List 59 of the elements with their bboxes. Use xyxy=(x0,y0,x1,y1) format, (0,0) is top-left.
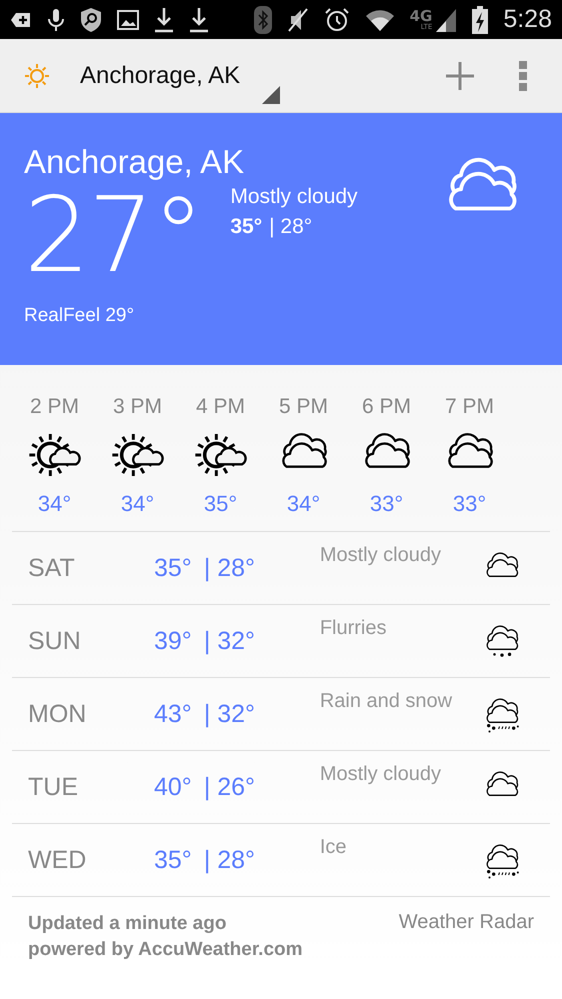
condition-text: Mostly cloudy xyxy=(320,544,442,567)
condition-text: Mostly cloudy xyxy=(230,185,358,209)
day-label: SUN xyxy=(27,626,82,656)
high-temperature: 40° xyxy=(154,772,192,802)
battery-icon xyxy=(472,6,488,34)
condition-text: Ice xyxy=(320,836,348,859)
low-temperature: | 28° xyxy=(204,846,256,874)
download-icon xyxy=(154,6,174,32)
day-label: SAT xyxy=(27,554,76,582)
low-temperature: | 32° xyxy=(204,626,256,656)
alarm-icon xyxy=(324,6,350,32)
high-temperature: 35° xyxy=(154,554,192,582)
overflow-menu-icon xyxy=(518,60,528,92)
attribution-text: powered by AccuWeather.com xyxy=(28,938,303,962)
plus-icon xyxy=(444,60,476,92)
hour-temperature: 33° xyxy=(370,491,404,517)
hour-temperature: 34° xyxy=(38,491,72,517)
high-temperature: 35° xyxy=(154,846,192,874)
dropdown-corner-icon xyxy=(262,86,280,104)
weather-radar-link[interactable]: Weather Radar xyxy=(398,911,534,934)
bluetooth-icon xyxy=(254,6,272,34)
hour-label: 3 PM xyxy=(112,395,162,419)
current-temperature: 27° xyxy=(24,183,202,287)
day-label: MON xyxy=(27,700,88,728)
hour-label: 5 PM xyxy=(278,395,328,419)
condition-text: Flurries xyxy=(320,617,388,640)
condition-text: Mostly cloudy xyxy=(320,763,442,786)
signal-icon xyxy=(435,6,458,32)
sun-icon xyxy=(24,62,50,88)
updated-text: Updated a minute ago xyxy=(28,912,228,936)
day-label: WED xyxy=(27,846,88,874)
high-temperature: 35° xyxy=(230,215,262,239)
high-temperature: 43° xyxy=(154,700,192,728)
location-dropdown[interactable]: Anchorage, AK xyxy=(50,48,280,104)
condition-text: Rain and snow xyxy=(320,690,454,713)
day-label: TUE xyxy=(27,772,79,802)
download-icon xyxy=(189,6,209,32)
hour-label: 7 PM xyxy=(444,395,494,419)
low-temperature: | 32° xyxy=(204,700,256,728)
image-icon xyxy=(117,10,139,30)
network-label: 4G xyxy=(410,8,432,24)
hour-temperature: 34° xyxy=(286,491,320,517)
microphone-icon xyxy=(47,8,65,32)
low-temperature: | 26° xyxy=(204,772,256,802)
mute-icon xyxy=(286,6,309,32)
clock: 5:28 xyxy=(503,5,552,34)
hour-label: 4 PM xyxy=(196,395,245,419)
city-name: Anchorage, AK xyxy=(24,143,244,181)
hour-temperature: 33° xyxy=(452,491,486,517)
hour-temperature: 34° xyxy=(120,491,154,517)
wifi-icon xyxy=(364,8,395,32)
low-temperature: | 28° xyxy=(204,554,256,582)
hour-label: 2 PM xyxy=(30,395,79,419)
hour-label: 6 PM xyxy=(362,395,411,419)
realfeel-text: RealFeel 29° xyxy=(24,305,136,327)
low-temperature: | 28° xyxy=(269,215,312,239)
shield-icon xyxy=(80,6,102,32)
hour-temperature: 35° xyxy=(204,491,238,517)
high-temperature: 39° xyxy=(154,626,192,656)
